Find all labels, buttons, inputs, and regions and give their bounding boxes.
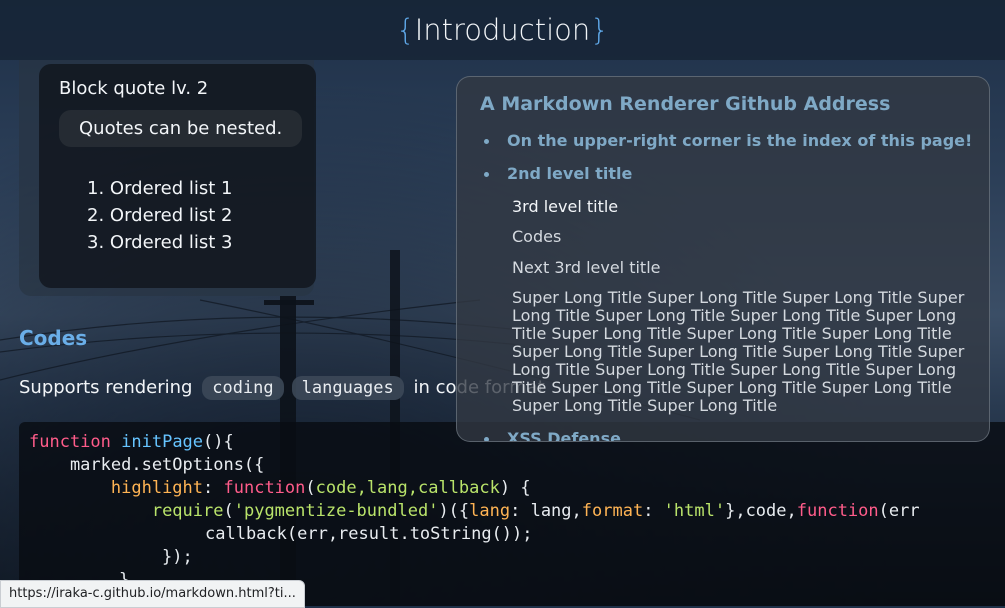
- bullet-icon: [484, 437, 489, 441]
- code-property: highlight: [110, 478, 204, 498]
- code-text: :: [203, 478, 224, 498]
- toc-subitem[interactable]: Codes: [512, 227, 561, 246]
- blockquote-level-2: Block quote lv. 2 Quotes can be nested. …: [39, 64, 316, 288]
- code-function-call: require: [151, 501, 224, 521]
- ordered-list: 1. Ordered list 1 2. Ordered list 2 3. O…: [87, 178, 233, 259]
- code-text: (: [223, 501, 234, 521]
- code-text: :: [643, 501, 664, 521]
- bullet-icon: [484, 139, 489, 144]
- code-line: });: [162, 547, 193, 567]
- toc-item[interactable]: XSS Defense: [484, 429, 621, 442]
- toc-item-label: XSS Defense: [507, 429, 621, 442]
- code-text: : lang,: [510, 501, 582, 521]
- code-text: )({: [438, 501, 470, 521]
- code-line: require('pygmentize-bundled')({lang: lan…: [29, 500, 920, 523]
- blockquote-title: Block quote lv. 2: [59, 78, 209, 99]
- toc-subitem[interactable]: 3rd level title: [512, 197, 618, 216]
- toc-item[interactable]: 2nd level title: [484, 164, 633, 183]
- code-line: highlight: function(code,lang,callback) …: [29, 477, 531, 500]
- code-text: ) {: [499, 478, 531, 498]
- list-item: 1. Ordered list 1: [87, 178, 233, 199]
- code-params: code,lang,callback: [315, 478, 500, 498]
- table-of-contents: A Markdown Renderer Github Address On th…: [456, 76, 990, 442]
- code-line: function initPage(){: [29, 431, 234, 454]
- support-prefix: Supports rendering: [19, 377, 193, 398]
- section-heading-codes: Codes: [19, 326, 88, 350]
- nested-quote: Quotes can be nested.: [59, 110, 303, 147]
- code-text: (: [305, 478, 316, 498]
- list-item: 2. Ordered list 2: [87, 205, 233, 226]
- code-string: 'pygmentize-bundled': [233, 501, 439, 521]
- code-text: (){: [203, 432, 234, 452]
- list-item: 3. Ordered list 3: [87, 232, 233, 253]
- code-function-name: initPage: [121, 432, 204, 452]
- code-text: (err: [878, 501, 920, 521]
- code-line: marked.setOptions({: [29, 455, 265, 475]
- code-keyword: function: [29, 432, 111, 452]
- toc-subitem[interactable]: Next 3rd level title: [512, 258, 661, 277]
- code-line: callback(err,result.toString());: [205, 524, 533, 544]
- code-text: },code,: [725, 501, 797, 521]
- toc-item-label: On the upper-right corner is the index o…: [507, 131, 973, 150]
- code-keyword: function: [223, 478, 306, 498]
- page-title: Introduction: [414, 13, 591, 47]
- code-property: lang: [469, 501, 511, 521]
- toc-item-label: 2nd level title: [507, 164, 633, 183]
- code-keyword: function: [796, 501, 879, 521]
- bullet-icon: [484, 172, 489, 177]
- toc-subitem-long[interactable]: Super Long Title Super Long Title Super …: [512, 289, 972, 415]
- code-property: format: [581, 501, 644, 521]
- brace-close: }: [590, 13, 609, 47]
- code-string: 'html': [663, 501, 726, 521]
- toc-title-link[interactable]: A Markdown Renderer Github Address: [480, 93, 890, 115]
- brace-open: {: [396, 13, 415, 47]
- inline-code: languages: [291, 376, 404, 400]
- page-header: { Introduction }: [0, 0, 1005, 60]
- code-block: function initPage(){ marked.setOptions({…: [19, 422, 1005, 606]
- status-bar-url: https://iraka-c.github.io/markdown.html?…: [0, 580, 305, 608]
- inline-code: coding: [202, 376, 284, 400]
- toc-item[interactable]: On the upper-right corner is the index o…: [484, 131, 973, 150]
